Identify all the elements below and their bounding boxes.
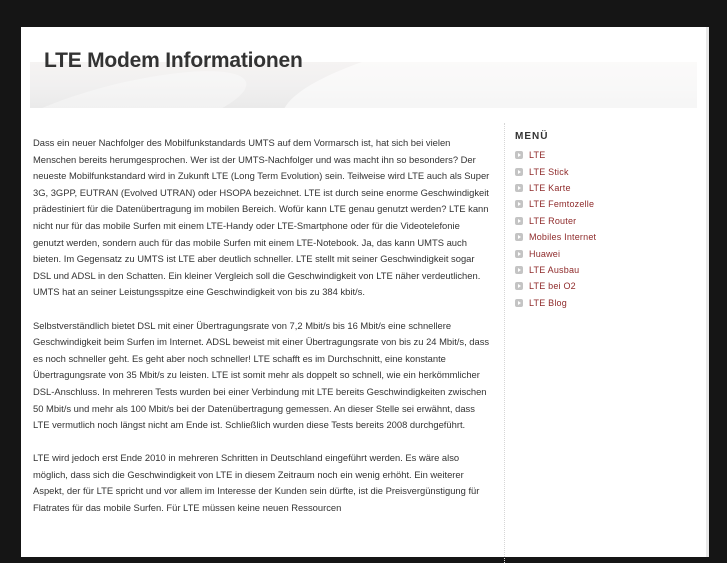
sidebar-link[interactable]: LTE Ausbau (529, 265, 579, 275)
sidebar-link[interactable]: Mobiles Internet (529, 232, 596, 242)
sidebar-item-lte-bei-o2[interactable]: LTE bei O2 (515, 278, 695, 294)
sidebar-menu-title: MENÜ (515, 131, 549, 142)
arrow-bullet-icon (515, 298, 523, 307)
arrow-bullet-icon (515, 249, 523, 258)
arrow-bullet-icon (515, 200, 523, 209)
sidebar-link[interactable]: Huawei (529, 249, 560, 259)
arrow-bullet-icon (515, 233, 523, 242)
sidebar-link[interactable]: LTE Karte (529, 183, 571, 193)
sidebar-item-lte-ausbau[interactable]: LTE Ausbau (515, 262, 695, 278)
site-title[interactable]: LTE Modem Informationen (44, 49, 303, 73)
arrow-bullet-icon (515, 151, 523, 160)
site-header: LTE Modem Informationen (21, 27, 706, 117)
header-swoosh-decoration (274, 62, 697, 108)
sidebar-item-mobiles-internet[interactable]: Mobiles Internet (515, 229, 695, 245)
sidebar-link[interactable]: LTE Stick (529, 167, 569, 177)
arrow-bullet-icon (515, 216, 523, 225)
sidebar-menu: LTE LTE Stick LTE Karte LTE Femtozelle L… (515, 147, 695, 311)
sidebar-item-lte-femtozelle[interactable]: LTE Femtozelle (515, 196, 695, 212)
sidebar-item-lte-karte[interactable]: LTE Karte (515, 180, 695, 196)
sidebar: MENÜ LTE LTE Stick LTE Karte LTE Femtoze… (515, 131, 695, 311)
sidebar-link[interactable]: LTE Blog (529, 298, 567, 308)
sidebar-item-lte[interactable]: LTE (515, 147, 695, 163)
main-content: Dass ein neuer Nachfolger des Mobilfunks… (33, 135, 493, 533)
sidebar-link[interactable]: LTE (529, 150, 545, 160)
sidebar-link[interactable]: LTE bei O2 (529, 281, 576, 291)
sidebar-link[interactable]: LTE Femtozelle (529, 199, 594, 209)
arrow-bullet-icon (515, 265, 523, 274)
sidebar-link[interactable]: LTE Router (529, 216, 576, 226)
sidebar-item-lte-router[interactable]: LTE Router (515, 213, 695, 229)
sidebar-divider (504, 123, 505, 563)
sidebar-item-lte-blog[interactable]: LTE Blog (515, 295, 695, 311)
sidebar-item-huawei[interactable]: Huawei (515, 245, 695, 261)
content-paragraph: Dass ein neuer Nachfolger des Mobilfunks… (33, 137, 490, 298)
sidebar-item-lte-stick[interactable]: LTE Stick (515, 163, 695, 179)
arrow-bullet-icon (515, 183, 523, 192)
page-container: LTE Modem Informationen Dass ein neuer N… (21, 27, 709, 563)
arrow-bullet-icon (515, 167, 523, 176)
arrow-bullet-icon (515, 282, 523, 291)
content-paragraph: Selbstverständlich bietet DSL mit einer … (33, 319, 490, 431)
content-paragraph: LTE wird jedoch erst Ende 2010 in mehrer… (33, 452, 480, 514)
